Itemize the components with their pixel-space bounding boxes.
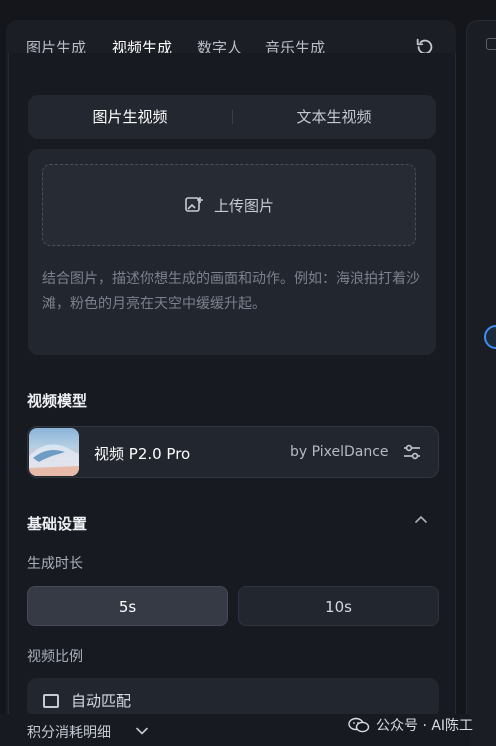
model-provider: by PixelDance (290, 444, 389, 460)
basic-settings-title: 基础设置 (27, 515, 88, 533)
watermark: 公众号 · AI陈工 (348, 715, 473, 735)
ratio-label: 视频比例 (27, 649, 83, 665)
model-thumbnail (29, 428, 79, 476)
ratio-selector[interactable]: 自动匹配 (27, 678, 439, 718)
preview-checkbox[interactable] (486, 38, 496, 50)
mode-text-to-video[interactable]: 文本生视频 (232, 95, 436, 139)
aspect-ratio-icon (43, 694, 59, 708)
chevron-up-icon[interactable] (414, 514, 428, 524)
ratio-value: 自动匹配 (71, 692, 132, 710)
duration-option-10s[interactable]: 10s (238, 586, 439, 626)
prompt-card: 上传图片 结合图片，描述你想生成的画面和动作。例如：海浪拍打着沙滩，粉色的月亮在… (28, 149, 436, 355)
wechat-icon (348, 717, 370, 733)
mode-image-to-video[interactable]: 图片生视频 (28, 95, 232, 139)
credit-details-label[interactable]: 积分消耗明细 (27, 722, 111, 742)
settings-sliders-icon[interactable] (402, 442, 422, 462)
model-selector[interactable]: 视频 P2.0 Pro by PixelDance (27, 426, 439, 478)
mode-switch: 图片生视频 文本生视频 (28, 95, 436, 139)
duration-option-5s[interactable]: 5s (27, 586, 228, 626)
duration-label: 生成时长 (27, 556, 83, 572)
chevron-down-icon[interactable] (136, 727, 148, 735)
model-name: 视频 P2.0 Pro (94, 445, 191, 463)
image-upload-icon (185, 197, 203, 212)
upload-dropzone[interactable]: 上传图片 (42, 164, 416, 246)
watermark-text: 公众号 · AI陈工 (376, 718, 474, 734)
upload-label: 上传图片 (213, 196, 274, 215)
prompt-placeholder[interactable]: 结合图片，描述你想生成的画面和动作。例如：海浪拍打着沙滩，粉色的月亮在天空中缓缓… (42, 267, 422, 317)
preview-panel (466, 20, 496, 746)
model-section-title: 视频模型 (27, 392, 88, 410)
